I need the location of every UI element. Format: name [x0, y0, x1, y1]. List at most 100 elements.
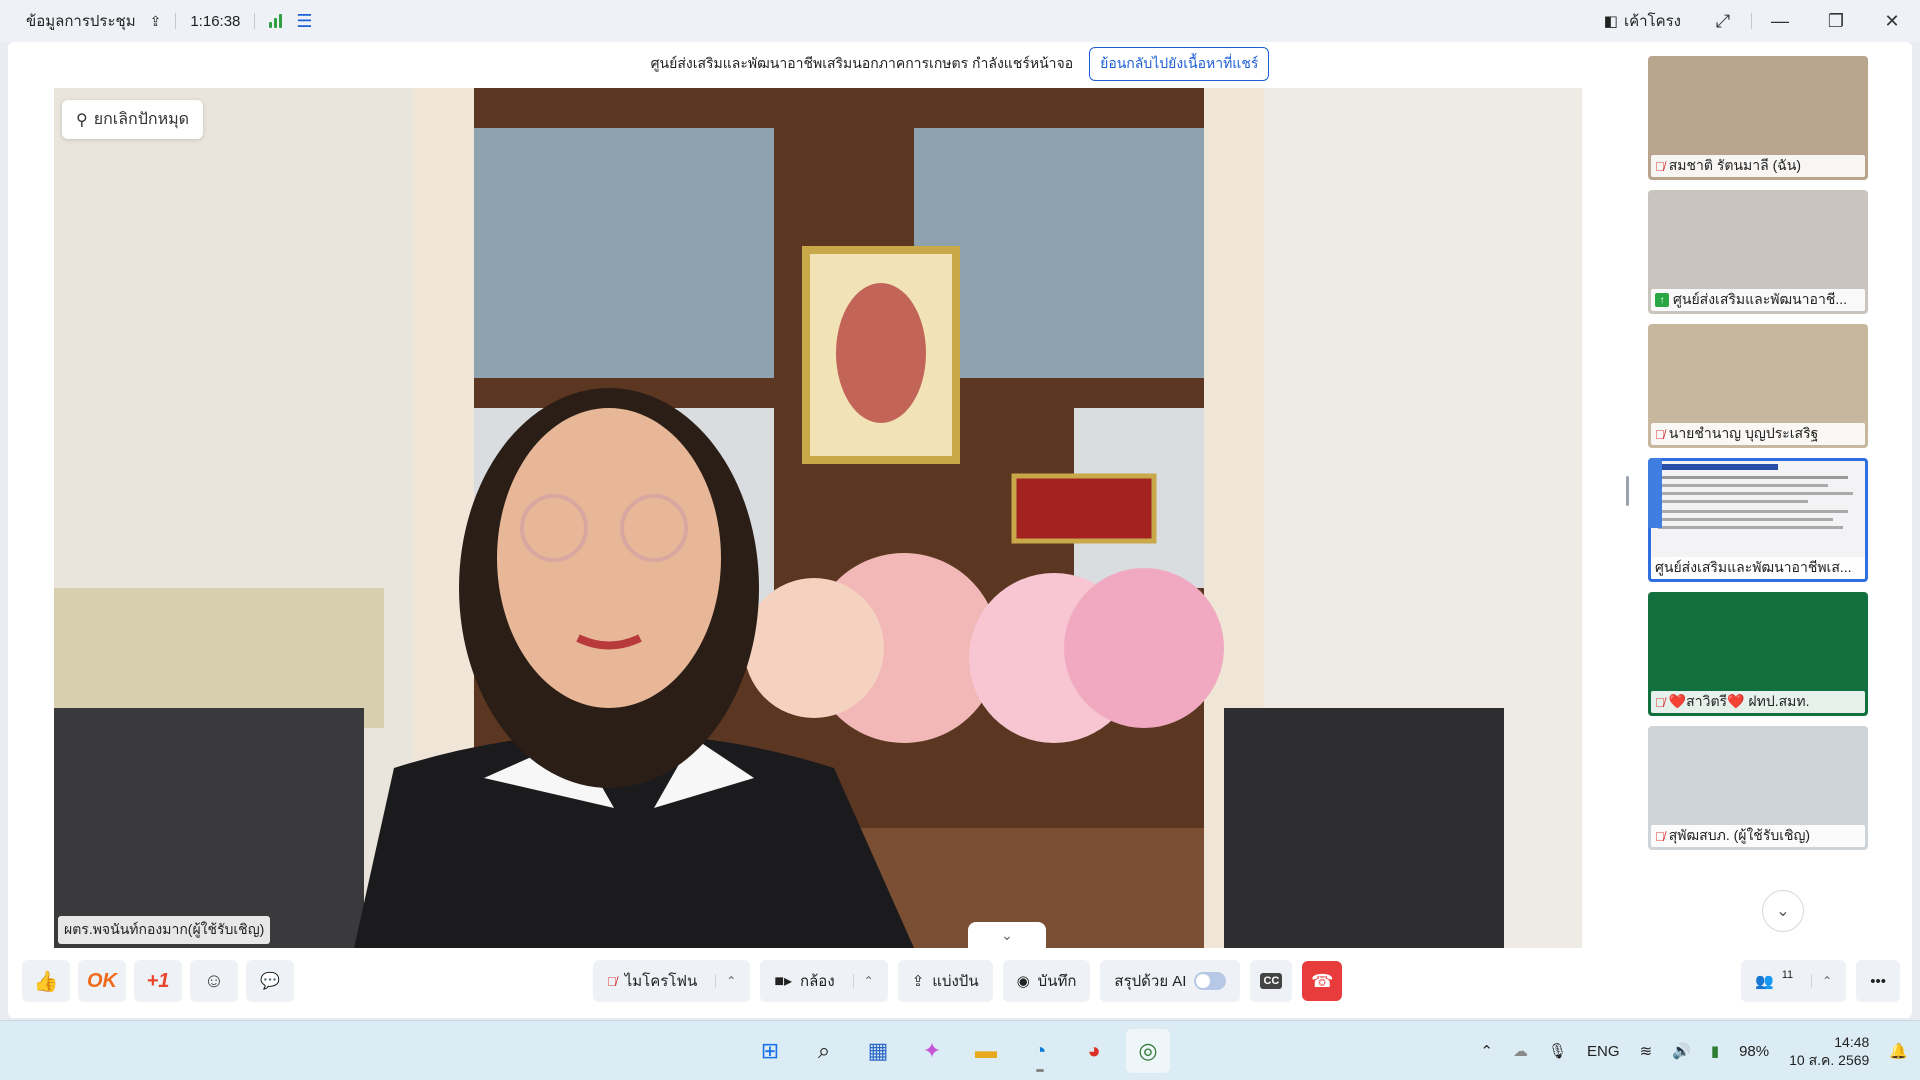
participant-tile[interactable]: ↑ ศูนย์ส่งเสริมและพัฒนาอาชี... [1648, 190, 1868, 314]
emoji-icon[interactable]: ☺ [190, 960, 238, 1002]
camera-icon: ■▸ [774, 973, 793, 990]
participants-icon: 👥 [1755, 973, 1774, 990]
unpin-button[interactable]: ⚲ ยกเลิกปักหมุด [62, 100, 204, 139]
participant-name-tag: 🎙̸ สุพัฒสบภ. (ผู้ใช้รับเชิญ) [1651, 825, 1865, 847]
end-call-button[interactable]: ☎ [1302, 961, 1343, 1001]
minimize-button[interactable]: — [1752, 0, 1808, 42]
more-options-button[interactable]: ••• [1856, 960, 1900, 1002]
layout-button[interactable]: ◧ เค้าโครง [1590, 9, 1695, 33]
chevron-up-icon[interactable]: ⌃ [715, 974, 736, 988]
fullscreen-icon[interactable]: ⤢ [1695, 0, 1751, 42]
start-icon[interactable]: ⊞ [748, 1029, 792, 1073]
participant-tile[interactable]: 🎙̸ นายชำนาญ บุญประเสริฐ [1648, 324, 1868, 448]
meeting-app-icon[interactable]: ◎ [1126, 1029, 1170, 1073]
screen-share-banner: ศูนย์ส่งเสริมและพัฒนาอาชีพเสริมนอกภาคการ… [8, 42, 1912, 86]
chevron-up-icon[interactable]: ⌃ [1811, 974, 1832, 988]
stats-icon[interactable]: ☰ [296, 11, 312, 32]
ai-summary-label: สรุปด้วย AI [1114, 973, 1187, 990]
participant-name-tag: 🎙̸ สมชาติ รัตนมาลี (ฉัน) [1651, 155, 1865, 177]
chrome-icon[interactable]: ◕ [1072, 1029, 1116, 1073]
layout-icon: ◧ [1603, 13, 1618, 30]
share-banner-text: ศูนย์ส่งเสริมและพัฒนาอาชีพเสริมนอกภาคการ… [650, 55, 1074, 71]
share-label: แบ่งปัน [932, 973, 979, 990]
title-bar: ข้อมูลการประชุม ⇪ 1:16:38 ☰ ◧ เค้าโครง ⤢… [0, 0, 1920, 42]
search-icon[interactable]: ⌕ [802, 1029, 846, 1073]
microphone-icon[interactable]: 🎙 [1548, 1042, 1567, 1060]
participant-tile[interactable]: 🎙̸ สุพัฒสบภ. (ผู้ใช้รับเชิญ) [1648, 726, 1868, 850]
microphone-label: ไมโครโฟน [624, 973, 698, 990]
share-link-icon[interactable]: ⇪ [150, 13, 162, 30]
main-video[interactable]: ผตร.พจนันท์กองมาก(ผู้ใช้รับเชิญ) ⌄ [54, 88, 1582, 948]
chevron-up-icon[interactable]: ⌃ [1480, 1042, 1493, 1060]
mic-off-icon: 🎙̸ [1655, 828, 1665, 844]
language-indicator[interactable]: ENG [1587, 1043, 1620, 1060]
clock-date: 10 ส.ค. 2569 [1789, 1052, 1870, 1068]
meeting-controls: 👍 OK +1 ☺ 💬 🎙̸ ไมโครโฟน ⌃ ■▸ กล้อง ⌃ ⇪ แ… [8, 950, 1912, 1012]
speaker-name-tag: ผตร.พจนันท์กองมาก(ผู้ใช้รับเชิญ) [58, 916, 271, 944]
participant-gallery: 🎙̸ สมชาติ รัตนมาลี (ฉัน) ↑ ศูนย์ส่งเสริม… [1648, 56, 1870, 860]
reaction-bar: 👍 OK +1 ☺ 💬 [22, 960, 294, 1002]
edge-icon[interactable]: ◔ [1018, 1029, 1062, 1073]
widgets-icon[interactable]: ▦ [856, 1029, 900, 1073]
participant-name: ❤️สาวิตรี❤️ ฝทป.สมท. [1668, 693, 1810, 709]
participants-button[interactable]: 👥 11 ⌃ [1741, 960, 1847, 1002]
chevron-down-icon[interactable]: ⌄ [1762, 890, 1804, 932]
signal-strength-icon[interactable] [269, 14, 283, 28]
wifi-icon[interactable]: ≋ [1640, 1042, 1653, 1060]
more-icon: ••• [1870, 972, 1886, 990]
toggle-switch[interactable] [1194, 972, 1227, 990]
mic-off-icon: 🎙̸ [607, 973, 617, 989]
unpin-label: ยกเลิกปักหมุด [93, 111, 190, 128]
chat-icon[interactable]: 💬 [246, 960, 294, 1002]
mic-off-icon: 🎙̸ [1655, 694, 1665, 710]
mic-off-icon: 🎙̸ [1655, 158, 1665, 174]
battery-icon[interactable]: ▮ [1711, 1042, 1719, 1060]
close-button[interactable]: ✕ [1864, 0, 1920, 42]
participant-name: สมชาติ รัตนมาลี (ฉัน) [1668, 157, 1802, 173]
volume-icon[interactable]: 🔊 [1672, 1042, 1691, 1060]
plus-one-reaction[interactable]: +1 [134, 960, 182, 1002]
restore-button[interactable]: ❐ [1808, 0, 1864, 42]
screen-share-icon: ↑ [1655, 293, 1669, 307]
copilot-icon[interactable]: ✦ [910, 1029, 954, 1073]
shared-screen-tile[interactable]: ศูนย์ส่งเสริมและพัฒนาอาชีพเส... [1648, 458, 1868, 582]
thumbs-up-reaction[interactable]: 👍 [22, 960, 70, 1002]
participant-name-tag: 🎙̸ ❤️สาวิตรี❤️ ฝทป.สมท. [1651, 691, 1865, 713]
participant-tile[interactable]: 🎙̸ สมชาติ รัตนมาลี (ฉัน) [1648, 56, 1868, 180]
meeting-window: ศูนย์ส่งเสริมและพัฒนาอาชีพเสริมนอกภาคการ… [8, 42, 1912, 1018]
layout-label: เค้าโครง [1623, 13, 1681, 30]
camera-label: กล้อง [800, 973, 835, 990]
divider [175, 13, 177, 29]
cc-icon: CC [1260, 973, 1283, 989]
participant-name-tag: ↑ ศูนย์ส่งเสริมและพัฒนาอาชี... [1651, 289, 1865, 311]
record-label: บันทึก [1037, 973, 1077, 990]
meeting-info-button[interactable]: ข้อมูลการประชุม [26, 9, 136, 33]
participant-name: ศูนย์ส่งเสริมและพัฒนาอาชี... [1673, 291, 1847, 307]
mic-off-icon: 🎙̸ [1655, 426, 1665, 442]
divider [254, 13, 256, 29]
ai-summary-toggle[interactable]: สรุปด้วย AI [1100, 960, 1241, 1002]
participant-name: นายชำนาญ บุญประเสริฐ [1668, 425, 1819, 441]
participant-name-tag: ศูนย์ส่งเสริมและพัฒนาอาชีพเส... [1651, 557, 1865, 579]
speaker-video-frame [54, 88, 1582, 948]
resize-handle[interactable] [1626, 476, 1629, 506]
record-icon: ◉ [1016, 973, 1030, 990]
captions-button[interactable]: CC [1250, 960, 1293, 1002]
microphone-button[interactable]: 🎙̸ ไมโครโฟน ⌃ [593, 960, 751, 1002]
participant-tile[interactable]: 🎙̸ ❤️สาวิตรี❤️ ฝทป.สมท. [1648, 592, 1868, 716]
record-button[interactable]: ◉ บันทึก [1002, 960, 1091, 1002]
chevron-down-icon[interactable]: ⌄ [968, 922, 1046, 948]
participant-name: ศูนย์ส่งเสริมและพัฒนาอาชีพเส... [1655, 559, 1852, 575]
participants-count: 11 [1781, 969, 1794, 981]
unpin-icon: ⚲ [76, 111, 88, 129]
camera-button[interactable]: ■▸ กล้อง ⌃ [760, 960, 888, 1002]
share-button[interactable]: ⇪ แบ่งปัน [897, 960, 993, 1002]
back-to-shared-content-button[interactable]: ย้อนกลับไปยังเนื้อหาที่แชร์ [1089, 47, 1270, 81]
ok-reaction[interactable]: OK [78, 960, 126, 1002]
clock[interactable]: 14:48 10 ส.ค. 2569 [1789, 1033, 1869, 1069]
security-icon[interactable]: ☁ [1513, 1042, 1528, 1060]
notification-bell-icon[interactable]: 🔔 [1889, 1042, 1908, 1060]
meeting-duration: 1:16:38 [190, 12, 241, 30]
chevron-up-icon[interactable]: ⌃ [852, 974, 874, 988]
file-explorer-icon[interactable]: ▬ [964, 1029, 1008, 1073]
